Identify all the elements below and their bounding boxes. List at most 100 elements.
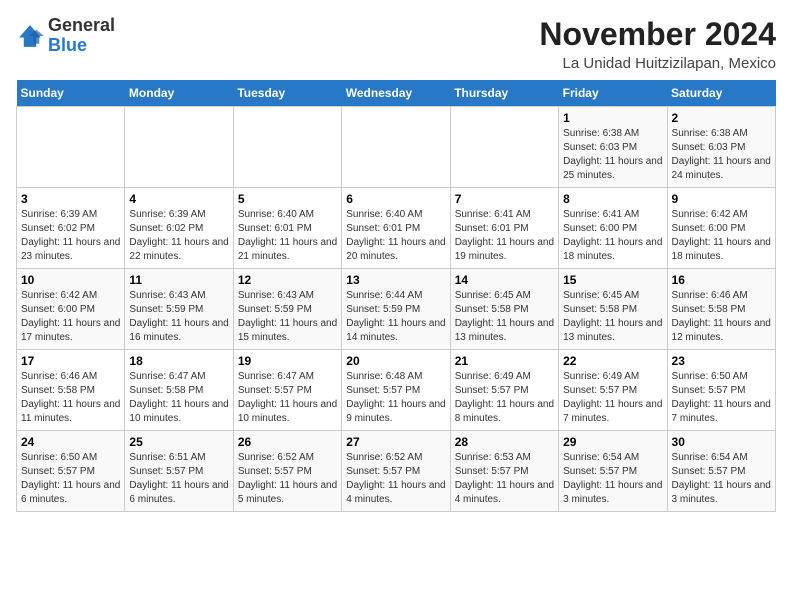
calendar-cell: 16 Sunrise: 6:46 AM Sunset: 5:58 PM Dayli…: [667, 269, 775, 350]
calendar-cell: 3Sunrise: 6:39 AM Sunset: 6:02 PM Daylig…: [17, 188, 125, 269]
calendar-cell: [233, 107, 341, 188]
calendar-cell: 15 Sunrise: 6:45 AM Sunset: 5:58 PM Dayli…: [559, 269, 667, 350]
day-info: Sunrise: 6:39 AM Sunset: 6:02 PM Dayligh…: [129, 208, 228, 264]
day-info: Sunrise: 6:54 AM Sunset: 5:57 PM Dayligh…: [563, 451, 662, 507]
calendar-cell: 12 Sunrise: 6:43 AM Sunset: 5:59 PM Dayli…: [233, 269, 341, 350]
calendar-cell: 20 Sunrise: 6:48 AM Sunset: 5:57 PM Dayli…: [342, 350, 450, 431]
day-number: 18: [129, 354, 228, 368]
day-number: 29: [563, 435, 662, 449]
day-info: Sunrise: 6:42 AM Sunset: 6:00 PM Dayligh…: [672, 208, 771, 264]
calendar-cell: 18 Sunrise: 6:47 AM Sunset: 5:58 PM Dayli…: [125, 350, 233, 431]
day-number: 26: [238, 435, 337, 449]
calendar-cell: 7Sunrise: 6:41 AM Sunset: 6:01 PM Daylig…: [450, 188, 558, 269]
day-info: Sunrise: 6:45 AM Sunset: 5:58 PM Dayligh…: [455, 289, 554, 345]
day-number: 28: [455, 435, 554, 449]
day-number: 16: [672, 273, 771, 287]
day-info: Sunrise: 6:41 AM Sunset: 6:00 PM Dayligh…: [563, 208, 662, 264]
calendar-week-4: 17 Sunrise: 6:46 AM Sunset: 5:58 PM Dayli…: [17, 350, 776, 431]
day-info: Sunrise: 6:46 AM Sunset: 5:58 PM Dayligh…: [21, 370, 120, 426]
calendar-cell: 28 Sunrise: 6:53 AM Sunset: 5:57 PM Dayli…: [450, 431, 558, 512]
calendar-header-row: SundayMondayTuesdayWednesdayThursdayFrid…: [17, 80, 776, 107]
logo-icon: [16, 22, 44, 50]
day-info: Sunrise: 6:38 AM Sunset: 6:03 PM Dayligh…: [563, 127, 662, 183]
calendar-cell: 4 Sunrise: 6:39 AM Sunset: 6:02 PM Daylig…: [125, 188, 233, 269]
logo-blue: Blue: [48, 36, 115, 56]
calendar-cell: 11 Sunrise: 6:43 AM Sunset: 5:59 PM Dayli…: [125, 269, 233, 350]
calendar-cell: 27Sunrise: 6:52 AM Sunset: 5:57 PM Dayli…: [342, 431, 450, 512]
day-number: 17: [21, 354, 120, 368]
day-info: Sunrise: 6:40 AM Sunset: 6:01 PM Dayligh…: [238, 208, 337, 264]
day-number: 23: [672, 354, 771, 368]
day-number: 1: [563, 111, 662, 125]
calendar-cell: 26 Sunrise: 6:52 AM Sunset: 5:57 PM Dayli…: [233, 431, 341, 512]
header: General Blue November 2024 La Unidad Hui…: [16, 16, 776, 72]
day-number: 6: [346, 192, 445, 206]
day-info: Sunrise: 6:46 AM Sunset: 5:58 PM Dayligh…: [672, 289, 771, 345]
month-year: November 2024: [539, 16, 776, 53]
header-day-tuesday: Tuesday: [233, 80, 341, 107]
day-info: Sunrise: 6:54 AM Sunset: 5:57 PM Dayligh…: [672, 451, 771, 507]
calendar-cell: 24 Sunrise: 6:50 AM Sunset: 5:57 PM Dayli…: [17, 431, 125, 512]
day-info: Sunrise: 6:40 AM Sunset: 6:01 PM Dayligh…: [346, 208, 445, 264]
calendar-cell: 8 Sunrise: 6:41 AM Sunset: 6:00 PM Daylig…: [559, 188, 667, 269]
calendar-cell: 23Sunrise: 6:50 AM Sunset: 5:57 PM Dayli…: [667, 350, 775, 431]
calendar-week-3: 10 Sunrise: 6:42 AM Sunset: 6:00 PM Dayli…: [17, 269, 776, 350]
day-info: Sunrise: 6:45 AM Sunset: 5:58 PM Dayligh…: [563, 289, 662, 345]
day-info: Sunrise: 6:52 AM Sunset: 5:57 PM Dayligh…: [346, 451, 445, 507]
calendar-week-5: 24 Sunrise: 6:50 AM Sunset: 5:57 PM Dayli…: [17, 431, 776, 512]
day-number: 13: [346, 273, 445, 287]
calendar-cell: [125, 107, 233, 188]
day-info: Sunrise: 6:44 AM Sunset: 5:59 PM Dayligh…: [346, 289, 445, 345]
calendar-cell: 9 Sunrise: 6:42 AM Sunset: 6:00 PM Daylig…: [667, 188, 775, 269]
calendar-cell: 2 Sunrise: 6:38 AM Sunset: 6:03 PM Daylig…: [667, 107, 775, 188]
calendar-cell: 25Sunrise: 6:51 AM Sunset: 5:57 PM Dayli…: [125, 431, 233, 512]
calendar-table: SundayMondayTuesdayWednesdayThursdayFrid…: [16, 80, 776, 512]
calendar-cell: 29 Sunrise: 6:54 AM Sunset: 5:57 PM Dayli…: [559, 431, 667, 512]
day-info: Sunrise: 6:38 AM Sunset: 6:03 PM Dayligh…: [672, 127, 771, 183]
calendar-cell: 10 Sunrise: 6:42 AM Sunset: 6:00 PM Dayli…: [17, 269, 125, 350]
calendar-cell: [17, 107, 125, 188]
day-info: Sunrise: 6:49 AM Sunset: 5:57 PM Dayligh…: [455, 370, 554, 426]
day-info: Sunrise: 6:50 AM Sunset: 5:57 PM Dayligh…: [21, 451, 120, 507]
calendar-cell: [450, 107, 558, 188]
day-number: 8: [563, 192, 662, 206]
day-number: 20: [346, 354, 445, 368]
day-number: 12: [238, 273, 337, 287]
calendar-cell: 5Sunrise: 6:40 AM Sunset: 6:01 PM Daylig…: [233, 188, 341, 269]
calendar-cell: 6 Sunrise: 6:40 AM Sunset: 6:01 PM Daylig…: [342, 188, 450, 269]
day-number: 2: [672, 111, 771, 125]
day-number: 24: [21, 435, 120, 449]
calendar-cell: 30 Sunrise: 6:54 AM Sunset: 5:57 PM Dayli…: [667, 431, 775, 512]
header-day-saturday: Saturday: [667, 80, 775, 107]
day-number: 14: [455, 273, 554, 287]
day-info: Sunrise: 6:49 AM Sunset: 5:57 PM Dayligh…: [563, 370, 662, 426]
day-info: Sunrise: 6:53 AM Sunset: 5:57 PM Dayligh…: [455, 451, 554, 507]
day-info: Sunrise: 6:47 AM Sunset: 5:57 PM Dayligh…: [238, 370, 337, 426]
day-info: Sunrise: 6:48 AM Sunset: 5:57 PM Dayligh…: [346, 370, 445, 426]
day-info: Sunrise: 6:43 AM Sunset: 5:59 PM Dayligh…: [238, 289, 337, 345]
calendar-cell: [342, 107, 450, 188]
day-number: 3: [21, 192, 120, 206]
day-info: Sunrise: 6:47 AM Sunset: 5:58 PM Dayligh…: [129, 370, 228, 426]
day-number: 11: [129, 273, 228, 287]
day-number: 4: [129, 192, 228, 206]
day-info: Sunrise: 6:52 AM Sunset: 5:57 PM Dayligh…: [238, 451, 337, 507]
day-info: Sunrise: 6:43 AM Sunset: 5:59 PM Dayligh…: [129, 289, 228, 345]
header-day-sunday: Sunday: [17, 80, 125, 107]
day-number: 15: [563, 273, 662, 287]
calendar-cell: 21 Sunrise: 6:49 AM Sunset: 5:57 PM Dayli…: [450, 350, 558, 431]
title-area: November 2024 La Unidad Huitzizilapan, M…: [539, 16, 776, 72]
logo-general: General: [48, 16, 115, 36]
day-number: 30: [672, 435, 771, 449]
day-info: Sunrise: 6:51 AM Sunset: 5:57 PM Dayligh…: [129, 451, 228, 507]
day-info: Sunrise: 6:42 AM Sunset: 6:00 PM Dayligh…: [21, 289, 120, 345]
day-number: 10: [21, 273, 120, 287]
calendar-cell: 19Sunrise: 6:47 AM Sunset: 5:57 PM Dayli…: [233, 350, 341, 431]
calendar-cell: 1 Sunrise: 6:38 AM Sunset: 6:03 PM Daylig…: [559, 107, 667, 188]
day-number: 7: [455, 192, 554, 206]
header-day-monday: Monday: [125, 80, 233, 107]
day-number: 9: [672, 192, 771, 206]
calendar-cell: 13 Sunrise: 6:44 AM Sunset: 5:59 PM Dayli…: [342, 269, 450, 350]
day-number: 21: [455, 354, 554, 368]
calendar-week-1: 1 Sunrise: 6:38 AM Sunset: 6:03 PM Daylig…: [17, 107, 776, 188]
